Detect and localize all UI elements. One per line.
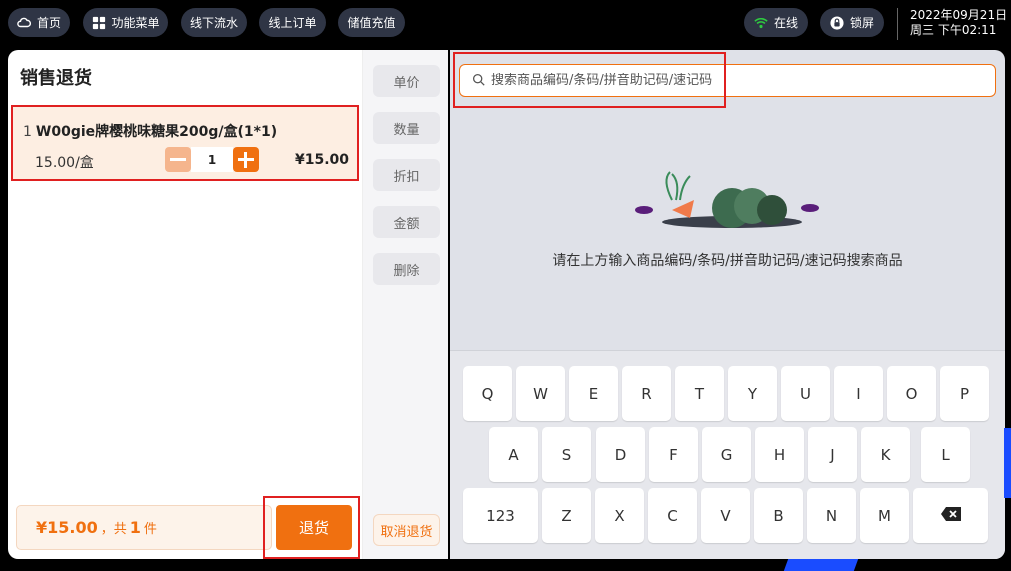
key-p[interactable]: P (940, 366, 989, 421)
offline-flow-label: 线下流水 (190, 16, 239, 30)
key-r[interactable]: R (622, 366, 671, 421)
key-t[interactable]: T (675, 366, 724, 421)
top-bar: 首页 功能菜单 线下流水 线上订单 储值充值 在线 锁屏 2022年09月21日… (0, 0, 1011, 48)
cloud-home-icon (17, 16, 31, 30)
key-s[interactable]: S (542, 427, 591, 482)
search-highlight (453, 52, 726, 108)
key-y[interactable]: Y (728, 366, 777, 421)
summary-amount: ¥15.00 (36, 518, 98, 537)
key-g[interactable]: G (702, 427, 751, 482)
item-name-line: 1 W00gie牌樱桃味糖果200g/盒(1*1) (23, 121, 277, 141)
item-index: 1 (23, 124, 32, 140)
quantity-value[interactable]: 1 (191, 147, 233, 172)
background-decoration-bottom (783, 559, 859, 571)
date-time: 2022年09月21日 周三 下午02:11 (897, 8, 1007, 40)
key-n[interactable]: N (807, 488, 856, 543)
key-j[interactable]: J (808, 427, 857, 482)
key-v[interactable]: V (701, 488, 750, 543)
return-cart-panel: 销售退货 1 W00gie牌樱桃味糖果200g/盒(1*1) 15.00/盒 1 … (8, 50, 362, 559)
backspace-icon (940, 506, 962, 526)
edit-actions-panel: 单价 数量 折扣 金额 删除 取消退货 (362, 50, 448, 559)
delete-button[interactable]: 删除 (373, 253, 440, 285)
discount-button[interactable]: 折扣 (373, 159, 440, 191)
return-button[interactable]: 退货 (276, 505, 352, 550)
increase-button[interactable] (233, 147, 259, 172)
home-label: 首页 (37, 16, 62, 30)
cart-item[interactable]: 1 W00gie牌樱桃味糖果200g/盒(1*1) 15.00/盒 1 ¥15.0… (11, 105, 359, 181)
quantity-button[interactable]: 数量 (373, 112, 440, 144)
key-q[interactable]: Q (463, 366, 512, 421)
item-unit-price: 15.00/盒 (35, 155, 94, 171)
empty-hint: 请在上方输入商品编码/条码/拼音助记码/速记码搜索商品 (552, 253, 903, 269)
function-menu-label: 功能菜单 (111, 16, 160, 30)
summary-count: 1 (129, 518, 141, 537)
decrease-button[interactable] (165, 147, 191, 172)
home-button[interactable]: 首页 (8, 8, 70, 37)
key-u[interactable]: U (781, 366, 830, 421)
cancel-return-button[interactable]: 取消退货 (373, 514, 440, 546)
lock-screen-button[interactable]: 锁屏 (820, 8, 884, 37)
quantity-stepper: 1 (165, 147, 259, 172)
key-x[interactable]: X (595, 488, 644, 543)
date-text: 2022年09月21日 (910, 8, 1008, 22)
unit-price-button[interactable]: 单价 (373, 65, 440, 97)
empty-vegetables-illustration (635, 171, 819, 228)
product-search-panel: 请在上方输入商品编码/条码/拼音助记码/速记码搜索商品 Q W E R T Y … (450, 50, 1005, 559)
online-orders-button[interactable]: 线上订单 (259, 8, 326, 37)
offline-flow-button[interactable]: 线下流水 (181, 8, 247, 37)
key-k[interactable]: K (861, 427, 910, 482)
key-a[interactable]: A (489, 427, 538, 482)
time-text: 周三 下午02:11 (910, 23, 997, 37)
lock-icon (830, 15, 844, 30)
key-c[interactable]: C (648, 488, 697, 543)
return-summary: ¥15.00 ，共 1 件 (16, 505, 272, 550)
key-b[interactable]: B (754, 488, 803, 543)
key-123[interactable]: 123 (463, 488, 538, 543)
item-total: ¥15.00 (294, 152, 349, 168)
key-i[interactable]: I (834, 366, 883, 421)
virtual-keyboard: Q W E R T Y U I O P A S D F G H J K L 12… (450, 350, 1005, 559)
key-h[interactable]: H (755, 427, 804, 482)
key-m[interactable]: M (860, 488, 909, 543)
grid-icon (92, 16, 106, 30)
key-backspace[interactable] (913, 488, 988, 543)
background-decoration (1004, 428, 1011, 498)
online-status-button[interactable]: 在线 (744, 8, 808, 37)
recharge-button[interactable]: 储值充值 (338, 8, 405, 37)
key-d[interactable]: D (596, 427, 645, 482)
summary-unit: 件 (143, 522, 157, 537)
key-w[interactable]: W (516, 366, 565, 421)
page-title: 销售退货 (20, 68, 92, 89)
online-status-label: 在线 (774, 16, 799, 30)
key-z[interactable]: Z (542, 488, 591, 543)
function-menu-button[interactable]: 功能菜单 (83, 8, 168, 37)
key-o[interactable]: O (887, 366, 936, 421)
wifi-icon (754, 16, 768, 30)
online-orders-label: 线上订单 (268, 16, 317, 30)
key-l[interactable]: L (921, 427, 970, 482)
amount-button[interactable]: 金额 (373, 206, 440, 238)
summary-sep: ，共 (100, 522, 127, 537)
key-e[interactable]: E (569, 366, 618, 421)
lock-screen-label: 锁屏 (850, 16, 875, 30)
recharge-label: 储值充值 (347, 16, 396, 30)
key-f[interactable]: F (649, 427, 698, 482)
item-name: W00gie牌樱桃味糖果200g/盒(1*1) (35, 124, 278, 140)
